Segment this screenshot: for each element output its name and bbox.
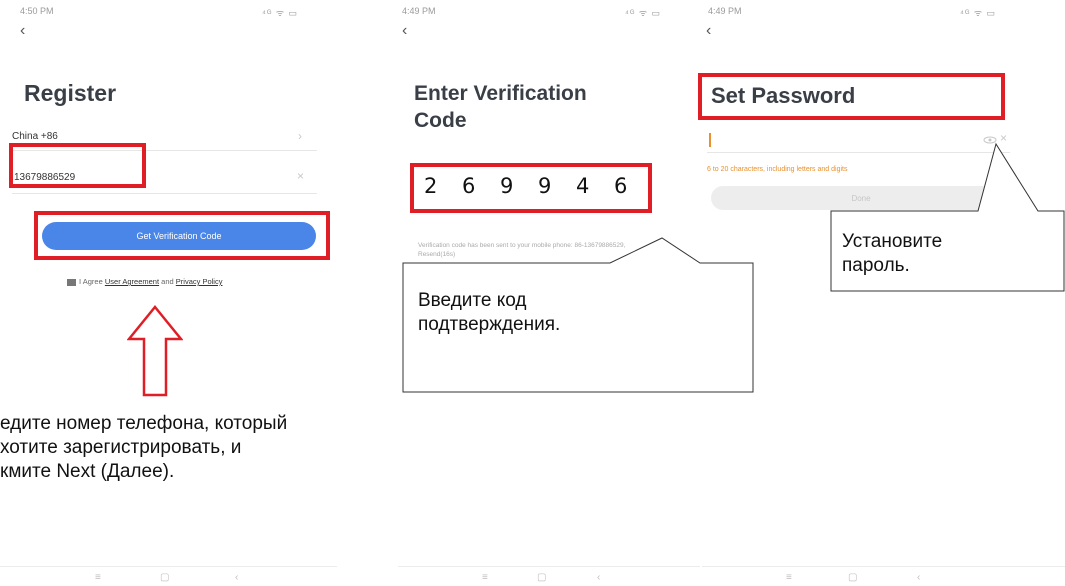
back-nav-icon[interactable]: ‹ bbox=[235, 572, 238, 583]
back-button[interactable]: ‹ bbox=[20, 22, 25, 40]
menu-icon[interactable]: ≡ bbox=[482, 572, 488, 583]
clear-icon[interactable]: × bbox=[297, 169, 304, 183]
page-title: Register bbox=[24, 80, 117, 106]
status-icons: ⁴ᴳ ᯤ ▭ bbox=[960, 8, 997, 18]
instruction-text: едите номер телефона, который хотите зар… bbox=[0, 413, 288, 482]
divider bbox=[12, 193, 317, 194]
back-button[interactable]: ‹ bbox=[402, 22, 407, 40]
home-icon[interactable]: ▢ bbox=[848, 572, 857, 583]
code-digit: 4 bbox=[576, 174, 590, 198]
country-selector[interactable]: China +86 bbox=[12, 131, 58, 142]
nav-bar bbox=[398, 566, 700, 567]
home-icon[interactable]: ▢ bbox=[537, 572, 546, 583]
agreement-row: I Agree User Agreement and Privacy Polic… bbox=[67, 277, 222, 286]
code-digit: 2 bbox=[424, 174, 438, 198]
code-digit: 6 bbox=[614, 174, 628, 198]
callout-text: Введите код подтверждения. bbox=[418, 290, 561, 335]
password-hint: 6 to 20 characters, including letters an… bbox=[707, 166, 848, 173]
callout-text: Установите пароль. bbox=[842, 231, 943, 276]
menu-icon[interactable]: ≡ bbox=[95, 572, 101, 583]
back-button[interactable]: ‹ bbox=[706, 22, 711, 40]
privacy-policy-link[interactable]: Privacy Policy bbox=[176, 277, 223, 286]
and-label: and bbox=[161, 277, 174, 286]
back-nav-icon[interactable]: ‹ bbox=[597, 572, 600, 583]
page-title: Enter Verification Code bbox=[414, 82, 587, 132]
status-icons: ⁴ᴳ ᯤ ▭ bbox=[625, 8, 662, 18]
code-digit: 6 bbox=[462, 174, 476, 198]
user-agreement-link[interactable]: User Agreement bbox=[105, 277, 159, 286]
back-nav-icon[interactable]: ‹ bbox=[917, 572, 920, 583]
chevron-right-icon: › bbox=[298, 129, 302, 143]
status-time: 4:49 PM bbox=[708, 6, 742, 16]
nav-bar bbox=[702, 566, 1065, 567]
menu-icon[interactable]: ≡ bbox=[786, 572, 792, 583]
code-input[interactable]: 2 6 9 9 4 6 bbox=[424, 174, 634, 198]
code-digit: 9 bbox=[538, 174, 552, 198]
checkbox[interactable] bbox=[67, 278, 76, 286]
nav-bar bbox=[0, 566, 337, 567]
page-title: Set Password bbox=[711, 83, 856, 108]
status-icons: ⁴ᴳ ᯤ ▭ bbox=[262, 8, 299, 18]
status-time: 4:49 PM bbox=[402, 6, 436, 16]
phone-highlight bbox=[9, 143, 146, 188]
up-arrow-icon bbox=[127, 305, 183, 397]
code-digit: 9 bbox=[500, 174, 514, 198]
home-icon[interactable]: ▢ bbox=[160, 572, 169, 583]
button-highlight bbox=[34, 211, 330, 260]
status-time: 4:50 PM bbox=[20, 6, 54, 16]
agree-label: I Agree bbox=[79, 277, 103, 286]
